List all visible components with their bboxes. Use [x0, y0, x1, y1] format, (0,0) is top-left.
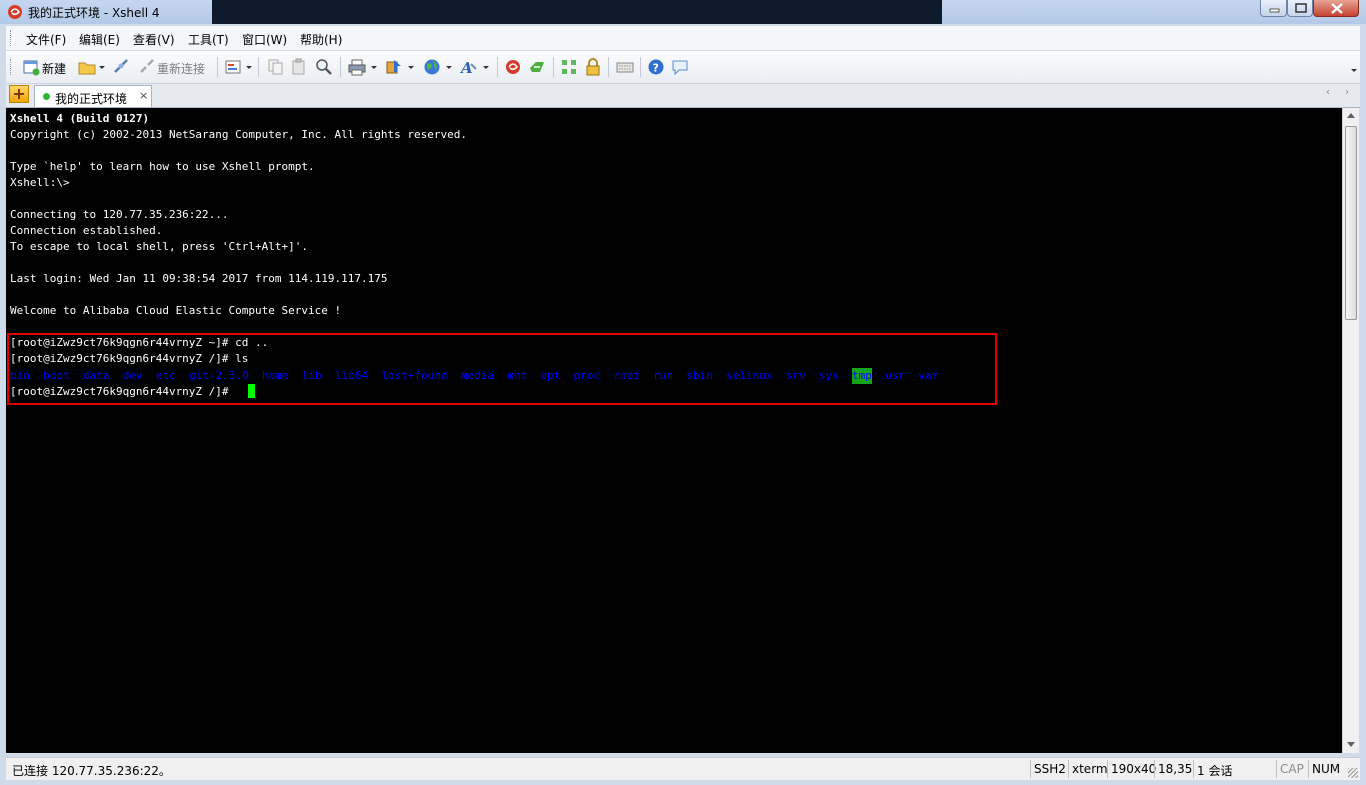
menu-edit[interactable]: 编辑(E) [79, 31, 120, 48]
maximize-button[interactable] [1287, 0, 1313, 17]
reconnect-label[interactable]: 重新连接 [157, 60, 205, 77]
title-bar-redacted-area [212, 0, 942, 24]
copy-icon[interactable] [266, 58, 284, 76]
paste-icon[interactable] [290, 58, 308, 76]
open-folder-icon[interactable] [78, 58, 96, 76]
tab-close-icon[interactable]: × [139, 89, 148, 102]
tab-prev-icon[interactable]: ‹ [1326, 87, 1330, 98]
print-icon[interactable] [348, 58, 366, 76]
window-title: 我的正式环境 - Xshell 4 [28, 6, 160, 20]
keyboard-icon[interactable] [616, 58, 634, 76]
tab-session-label: 我的正式环境 [55, 92, 128, 106]
resize-grip-icon[interactable] [1348, 768, 1358, 778]
toolbar-grip [10, 59, 14, 75]
connected-status-dot-icon [43, 93, 50, 100]
connect-link-icon[interactable] [112, 58, 130, 76]
status-divider [1030, 760, 1031, 778]
fullscreen-icon[interactable] [560, 58, 578, 76]
toolbar-separator [217, 57, 218, 77]
transfer-dropdown-arrow[interactable] [408, 66, 414, 69]
open-dropdown-arrow[interactable] [99, 66, 105, 69]
menu-help[interactable]: 帮助(H) [300, 31, 342, 48]
toolbar-separator [258, 57, 259, 77]
status-divider [1154, 760, 1155, 778]
title-bar: 我的正式环境 - Xshell 4 [0, 0, 1366, 24]
font-dropdown-arrow[interactable] [483, 66, 489, 69]
minimize-button[interactable] [1260, 0, 1287, 17]
status-term-size: 190x40 [1111, 762, 1157, 776]
svg-text:?: ? [653, 62, 659, 75]
toolbar-separator [640, 57, 641, 77]
new-session-label[interactable]: 新建 [42, 60, 66, 77]
terminal-line: Welcome to Alibaba Cloud Elastic Compute… [10, 304, 342, 317]
scroll-down-arrow-icon[interactable] [1347, 742, 1355, 747]
properties-dropdown-arrow[interactable] [246, 66, 252, 69]
font-icon[interactable]: A [460, 58, 478, 76]
terminal-line: To escape to local shell, press 'Ctrl+Al… [10, 240, 309, 253]
status-divider [1107, 760, 1108, 778]
session-tab-bar: 我的正式环境 × ‹ › [6, 84, 1360, 108]
terminal-line: Xshell:\> [10, 176, 70, 189]
properties-icon[interactable] [224, 58, 242, 76]
menu-file[interactable]: 文件(F) [26, 31, 66, 48]
xftp-icon[interactable] [528, 58, 546, 76]
maximize-icon [1295, 3, 1307, 13]
tab-session[interactable]: 我的正式环境 × [34, 85, 152, 107]
menu-bar: 文件(F) 编辑(E) 查看(V) 工具(T) 窗口(W) 帮助(H) [6, 26, 1360, 51]
toolbar-overflow-arrow[interactable] [1351, 69, 1357, 72]
menu-tools[interactable]: 工具(T) [188, 31, 229, 48]
close-icon [1331, 3, 1343, 14]
terminal-line: Connecting to 120.77.35.236:22... [10, 208, 229, 221]
close-button[interactable] [1313, 0, 1359, 17]
globe-icon[interactable] [423, 58, 441, 76]
terminal-line: Copyright (c) 2002-2013 NetSarang Comput… [10, 128, 467, 141]
plus-icon [14, 89, 24, 99]
status-connection: 已连接 120.77.35.236:22。 [12, 764, 171, 778]
reconnect-icon[interactable] [138, 58, 156, 76]
svg-text:A: A [460, 59, 473, 76]
new-session-icon[interactable] [22, 58, 40, 76]
toolbar-separator [340, 57, 341, 77]
chat-bubble-icon[interactable] [671, 58, 689, 76]
menu-window[interactable]: 窗口(W) [242, 31, 287, 48]
xshell-spiral-icon[interactable] [504, 58, 522, 76]
toolbar-separator [553, 57, 554, 77]
status-term-type: xterm [1072, 762, 1108, 776]
toolbar-separator [608, 57, 609, 77]
status-divider [1193, 760, 1194, 778]
terminal-scrollbar[interactable] [1342, 108, 1359, 753]
lock-icon[interactable] [584, 58, 602, 76]
status-divider [1308, 760, 1309, 778]
add-tab-button[interactable] [9, 85, 29, 103]
terminal-line: Type `help' to learn how to use Xshell p… [10, 160, 315, 173]
transfer-icon[interactable] [385, 58, 403, 76]
highlight-annotation-box [7, 333, 997, 405]
toolbar: 新建 重新连接 A ? [6, 51, 1360, 84]
terminal-line: Xshell 4 (Build 0127) [10, 112, 150, 125]
status-caps-lock: CAP [1280, 762, 1304, 776]
status-divider [1276, 760, 1277, 778]
status-cursor-position: 18,35 [1158, 762, 1193, 776]
status-divider [1068, 760, 1069, 778]
status-num-lock: NUM [1312, 762, 1341, 776]
minimize-icon [1269, 8, 1280, 13]
terminal-line: Connection established. [10, 224, 163, 237]
print-dropdown-arrow[interactable] [371, 66, 377, 69]
menu-grip [10, 30, 14, 46]
scroll-up-arrow-icon[interactable] [1347, 113, 1355, 118]
find-magnifier-icon[interactable] [315, 58, 333, 76]
xshell-logo-icon [8, 5, 22, 19]
status-bar: 已连接 120.77.35.236:22。 SSH2 xterm 190x40 … [6, 757, 1360, 780]
terminal-line: Last login: Wed Jan 11 09:38:54 2017 fro… [10, 272, 388, 285]
menu-view[interactable]: 查看(V) [133, 31, 175, 48]
scrollbar-thumb[interactable] [1345, 126, 1357, 320]
globe-dropdown-arrow[interactable] [446, 66, 452, 69]
status-protocol: SSH2 [1034, 762, 1066, 776]
toolbar-separator [497, 57, 498, 77]
status-sessions: 1 会话 [1197, 764, 1233, 778]
tab-next-icon[interactable]: › [1345, 87, 1349, 98]
terminal-area[interactable]: Xshell 4 (Build 0127) Copyright (c) 2002… [6, 108, 1342, 753]
help-icon[interactable]: ? [647, 58, 665, 76]
